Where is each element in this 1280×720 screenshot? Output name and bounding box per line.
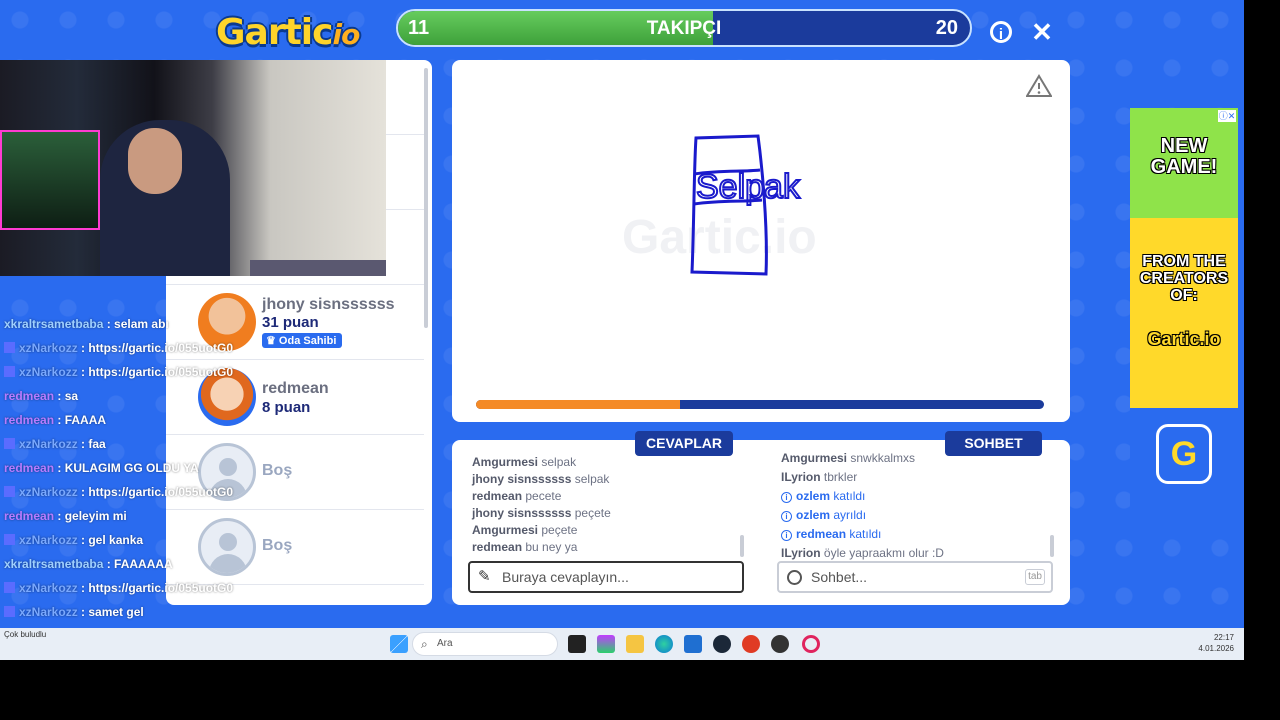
answer-message: redmean bu ney ya	[472, 540, 578, 554]
taskbar-clock: 22:17 4.01.2026	[1198, 633, 1234, 653]
tab-answers[interactable]: CEVAPLAR	[635, 431, 733, 456]
opera-icon[interactable]	[802, 635, 820, 653]
ad-subline: FROM THE CREATORS OF:	[1139, 253, 1229, 304]
gartic-logo: Garticio	[216, 12, 360, 53]
windows-taskbar: Çok buludlu ⌕ Ara 22:17 4.01.2026	[0, 628, 1244, 660]
stream-chat-line: xzNarkozz : https://gartic.io/055uotG0	[4, 485, 233, 499]
tab-hint: tab	[1025, 569, 1045, 585]
app-icon[interactable]	[742, 635, 760, 653]
twitch-badge-icon	[4, 534, 15, 545]
steam-icon[interactable]	[713, 635, 731, 653]
info-icon[interactable]: i	[990, 21, 1012, 43]
stream-chat-line: xkraltrsametbaba : FAAAAAA	[4, 557, 173, 571]
twitch-badge-icon	[4, 606, 15, 617]
webcam-rug	[250, 260, 386, 276]
pencil-icon: ✎	[478, 568, 491, 585]
stream-chat-line: redmean : FAAAA	[4, 413, 107, 427]
weather-label: Çok buludlu	[4, 630, 47, 639]
app-stage: Garticio 11 TAKIPÇI 20 i ✕ jhony sisnsss…	[0, 0, 1244, 660]
player-name: redmean	[262, 380, 329, 397]
twitch-badge-icon	[4, 582, 15, 593]
widgets-icon[interactable]	[597, 635, 615, 653]
system-message: i ozlem katıldı	[781, 489, 865, 503]
answer-message: Amgurmesi selpak	[472, 455, 577, 469]
ad-banner[interactable]: ⓘ✕ NEW GAME! FROM THE CREATORS OF: Garti…	[1130, 108, 1238, 510]
start-icon[interactable]	[390, 635, 408, 653]
ad-logo-icon: G	[1156, 424, 1212, 484]
answer-input[interactable]: ✎ Buraya cevaplayın...	[468, 561, 744, 593]
chat-input[interactable]: Sohbet... tab	[777, 561, 1053, 593]
player-slot-empty: Boş	[166, 510, 424, 585]
webcam-monitor	[0, 130, 100, 230]
stream-chat-line: redmean : geleyim mi	[4, 509, 127, 523]
empty-slot-label: Boş	[262, 537, 293, 554]
twitch-badge-icon	[4, 438, 15, 449]
answer-message: jhony sisnssssss peçete	[472, 506, 611, 520]
twitch-badge-icon	[4, 342, 15, 353]
stream-chat-line: xzNarkozz : gel kanka	[4, 533, 143, 547]
player-points: 8 puan	[262, 399, 311, 416]
stream-chat-line: redmean : sa	[4, 389, 79, 403]
info-icon: i	[781, 492, 792, 503]
follower-progress: 11 TAKIPÇI 20	[396, 9, 972, 47]
stream-chat-line: xkraltrsametbaba : selam abı	[4, 317, 169, 331]
chat-scrollbar[interactable]	[1050, 535, 1054, 557]
store-icon[interactable]	[684, 635, 702, 653]
player-name: jhony sisnssssss	[262, 296, 395, 313]
system-message: i redmean katıldı	[781, 527, 881, 541]
info-icon: i	[781, 511, 792, 522]
tab-chat[interactable]: SOHBET	[945, 431, 1042, 456]
chat-message: ILyrion öyle yapraakmı olur :D	[781, 546, 944, 560]
stream-chat-line: xzNarkozz : https://gartic.io/055uotG0	[4, 341, 233, 355]
webcam-head	[128, 128, 182, 194]
progress-label: TAKIPÇI	[646, 18, 722, 39]
drawn-word: Selpak	[696, 168, 801, 206]
warning-icon[interactable]	[1026, 74, 1052, 98]
progress-target: 20	[935, 17, 958, 39]
app-icon[interactable]	[771, 635, 789, 653]
webcam-overlay	[0, 60, 386, 276]
answer-message: redmean pecete	[472, 489, 562, 503]
info-icon: i	[781, 530, 792, 541]
round-timer	[476, 400, 1044, 409]
twitch-badge-icon	[4, 366, 15, 377]
close-icon[interactable]: ✕	[1028, 18, 1056, 46]
chat-message: ILyrion tbrkler	[781, 470, 858, 484]
answer-message: Amgurmesi peçete	[472, 523, 578, 537]
ad-mid-background	[1130, 218, 1238, 408]
chat-bubble-icon	[787, 570, 802, 585]
file-explorer-icon[interactable]	[626, 635, 644, 653]
twitch-badge-icon	[4, 486, 15, 497]
search-icon: ⌕	[421, 637, 428, 651]
system-message: i ozlem ayrıldı	[781, 508, 866, 522]
stream-chat-line: xzNarkozz : samet gel	[4, 605, 144, 619]
ad-brand: Gartic.io	[1147, 329, 1221, 349]
ad-headline: NEW GAME!	[1150, 135, 1218, 178]
empty-avatar-icon	[198, 518, 256, 576]
round-timer-fill	[476, 400, 681, 409]
stream-chat-line: xzNarkozz : https://gartic.io/055uotG0	[4, 581, 233, 595]
taskbar-search[interactable]: ⌕ Ara	[412, 632, 558, 656]
answers-scrollbar[interactable]	[740, 535, 744, 557]
edge-icon[interactable]	[655, 635, 673, 653]
player-list-scrollbar[interactable]	[424, 68, 428, 328]
empty-slot-label: Boş	[262, 462, 293, 479]
chat-message: Amgurmesi snwkkalmxs	[781, 451, 916, 465]
stream-chat-line: xzNarkozz : https://gartic.io/055uotG0	[4, 365, 233, 379]
task-view-icon[interactable]	[568, 635, 586, 653]
drawing-canvas[interactable]: Gartic.io Selpak	[452, 60, 1070, 422]
player-points: 31 puan	[262, 314, 319, 331]
owner-badge: ♛ Oda Sahibi	[262, 333, 343, 348]
ad-close-icon[interactable]: ⓘ✕	[1218, 110, 1236, 122]
stream-chat-line: xzNarkozz : faa	[4, 437, 106, 451]
drawing-strokes: Selpak	[690, 134, 802, 276]
stream-chat-line: redmean : KULAGIM GG OLDU YA	[4, 461, 199, 475]
answer-message: jhony sisnssssss selpak	[472, 472, 610, 486]
